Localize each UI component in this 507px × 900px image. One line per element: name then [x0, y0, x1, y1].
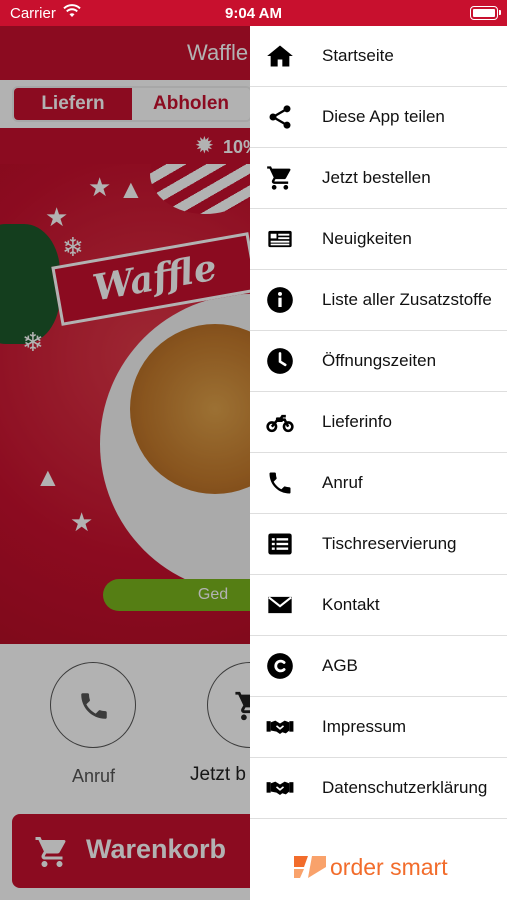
- clock: 9:04 AM: [225, 5, 282, 22]
- menu-item-label: Liste aller Zusatzstoffe: [322, 290, 492, 309]
- order-smart-logo: order smart: [294, 852, 464, 884]
- menu-item-label: Lieferinfo: [322, 412, 392, 431]
- handshake-icon: [265, 774, 295, 802]
- handshake-icon: [265, 713, 295, 741]
- info-icon: [265, 286, 295, 314]
- menu-item-additives[interactable]: Liste aller Zusatzstoffe: [250, 270, 507, 331]
- clock-icon: [265, 347, 295, 375]
- menu-item-call[interactable]: Anruf: [250, 453, 507, 514]
- menu-item-label: Datenschutzerklärung: [322, 778, 488, 797]
- menu-item-startseite[interactable]: Startseite: [250, 26, 507, 87]
- menu-item-label: Diese App teilen: [322, 107, 445, 126]
- menu-item-table-reservation[interactable]: Tischreservierung: [250, 514, 507, 575]
- menu-item-agb[interactable]: AGB: [250, 636, 507, 697]
- side-drawer: Startseite Diese App teilen Jetzt bestel…: [250, 26, 507, 900]
- menu-item-delivery-info[interactable]: Lieferinfo: [250, 392, 507, 453]
- menu-item-label: Neuigkeiten: [322, 229, 412, 248]
- home-icon: [265, 42, 295, 70]
- menu-item-label: Tischreservierung: [322, 534, 457, 553]
- status-bar: Carrier 9:04 AM: [0, 0, 507, 26]
- menu-item-label: Impressum: [322, 717, 407, 736]
- menu-item-label: Anruf: [322, 473, 363, 492]
- menu-item-label: Öffnungszeiten: [322, 351, 437, 370]
- menu-item-contact[interactable]: Kontakt: [250, 575, 507, 636]
- menu-item-privacy[interactable]: Datenschutzerklärung: [250, 758, 507, 819]
- menu-item-impressum[interactable]: Impressum: [250, 697, 507, 758]
- list-icon: [265, 530, 295, 558]
- menu-item-order[interactable]: Jetzt bestellen: [250, 148, 507, 209]
- copyright-icon: [265, 652, 295, 680]
- envelope-icon: [265, 591, 295, 619]
- menu-item-label: Jetzt bestellen: [322, 168, 431, 187]
- brand-name: order smart: [330, 854, 448, 880]
- menu-item-news[interactable]: Neuigkeiten: [250, 209, 507, 270]
- phone-icon: [265, 469, 295, 497]
- battery-icon: [470, 6, 501, 20]
- motorcycle-icon: [265, 408, 295, 436]
- share-icon: [265, 103, 295, 131]
- menu-item-label: AGB: [322, 656, 358, 675]
- menu-item-label: Startseite: [322, 46, 394, 65]
- cart-icon: [265, 164, 295, 192]
- menu-item-label: Kontakt: [322, 595, 380, 614]
- menu-item-share[interactable]: Diese App teilen: [250, 87, 507, 148]
- menu-item-opening-hours[interactable]: Öffnungszeiten: [250, 331, 507, 392]
- order-smart-mark-icon: [294, 856, 326, 878]
- newspaper-icon: [265, 225, 295, 253]
